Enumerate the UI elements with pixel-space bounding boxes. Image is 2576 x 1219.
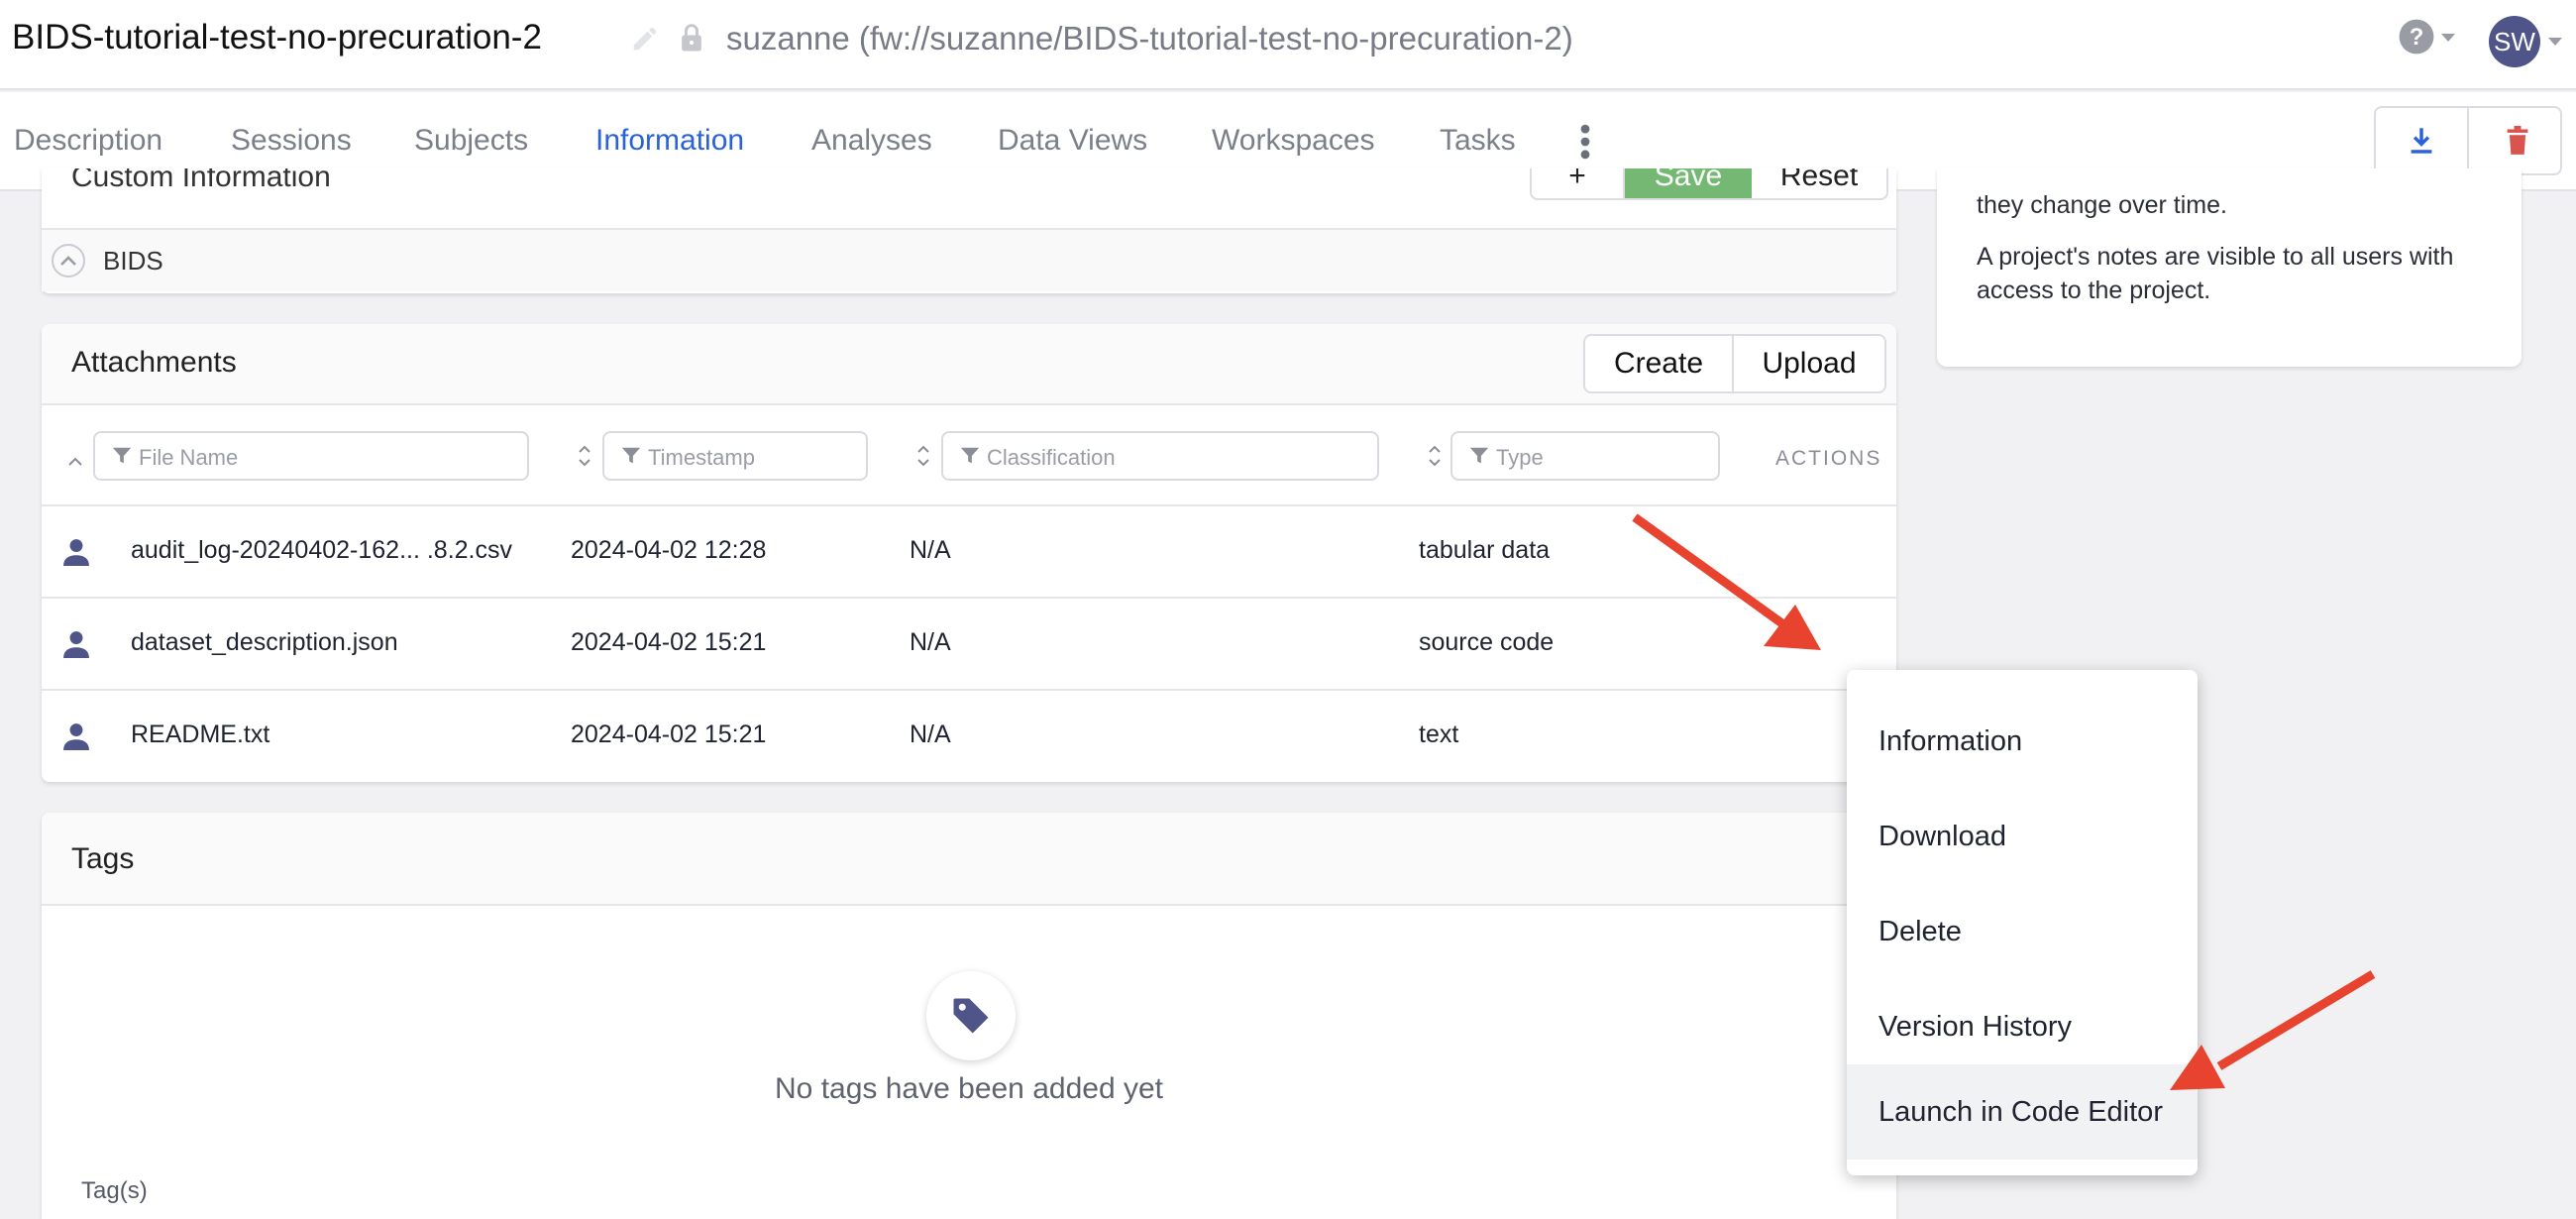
add-field-button[interactable]: + <box>1532 168 1625 198</box>
type-filter-placeholder: Type <box>1496 445 1544 470</box>
sort-icon[interactable] <box>577 441 592 471</box>
attachments-title: Attachments <box>71 346 237 379</box>
filter-icon <box>1469 447 1489 464</box>
avatar: SW <box>2489 16 2540 67</box>
annotation-arrow-icon <box>2170 970 2376 1090</box>
bids-label: BIDS <box>103 246 163 276</box>
classification-cell: N/A <box>910 628 951 656</box>
tab-information[interactable]: Information <box>595 124 744 158</box>
chevron-down-icon <box>2441 34 2455 42</box>
timestamp-cell: 2024-04-02 15:21 <box>571 628 767 656</box>
filter-icon <box>960 447 980 464</box>
upload-button[interactable]: Upload <box>1734 336 1884 391</box>
sort-icon[interactable] <box>1427 441 1443 471</box>
download-icon <box>2411 128 2432 154</box>
table-row[interactable]: README.txt 2024-04-02 15:21 N/A text <box>42 691 1896 783</box>
file-name-cell[interactable]: README.txt <box>131 720 269 749</box>
reset-button[interactable]: Reset <box>1752 168 1886 198</box>
attachments-header: Attachments Create Upload <box>42 324 1896 405</box>
menu-item-version-history[interactable]: Version History <box>1847 979 2198 1074</box>
tags-header: Tags <box>42 813 1896 906</box>
tag-icon <box>953 998 989 1034</box>
custom-information-title: Custom Information <box>71 168 331 193</box>
tab-sessions[interactable]: Sessions <box>231 124 352 158</box>
row-actions-menu: Information Download Delete Version Hist… <box>1847 670 2198 1175</box>
create-button[interactable]: Create <box>1585 336 1734 391</box>
attachments-card: Attachments Create Upload File Name Time… <box>42 324 1896 782</box>
filter-icon <box>112 447 132 464</box>
notes-card: they change over time. A project's notes… <box>1937 168 2522 367</box>
timestamp-filter-input[interactable]: Timestamp <box>602 431 868 481</box>
timestamp-cell: 2024-04-02 12:28 <box>571 536 767 564</box>
file-name-filter-placeholder: File Name <box>139 445 239 470</box>
type-cell: source code <box>1419 628 1555 656</box>
custom-information-card: Custom Information + Save Reset BIDS <box>42 168 1896 293</box>
save-button[interactable]: Save <box>1625 168 1752 198</box>
project-title: BIDS-tutorial-test-no-precuration-2 <box>12 18 542 56</box>
custom-info-buttons: + Save Reset <box>1530 168 1888 200</box>
user-icon <box>63 723 89 750</box>
chevron-up-icon[interactable] <box>52 244 85 277</box>
tags-field-label: Tag(s) <box>81 1177 148 1204</box>
notes-text-2: A project's notes are visible to all use… <box>1977 243 2454 304</box>
chevron-down-icon <box>2548 38 2562 46</box>
sort-asc-icon[interactable] <box>67 447 83 477</box>
type-filter-input[interactable]: Type <box>1450 431 1720 481</box>
pencil-icon[interactable] <box>630 24 660 54</box>
table-row[interactable]: dataset_description.json 2024-04-02 15:2… <box>42 599 1896 691</box>
tags-card: Tags No tags have been added yet Tag(s) <box>42 813 1896 1219</box>
menu-item-download[interactable]: Download <box>1847 789 2198 884</box>
notes-text-1: they change over time. <box>1977 191 2227 219</box>
type-cell: text <box>1419 720 1459 748</box>
tab-description[interactable]: Description <box>14 124 162 158</box>
timestamp-cell: 2024-04-02 15:21 <box>571 720 767 748</box>
menu-item-information[interactable]: Information <box>1847 694 2198 789</box>
help-menu[interactable]: ? <box>2398 18 2459 57</box>
timestamp-filter-placeholder: Timestamp <box>648 445 755 470</box>
menu-item-delete[interactable]: Delete <box>1847 884 2198 979</box>
more-vertical-icon[interactable] <box>1575 120 1595 164</box>
file-name-filter-input[interactable]: File Name <box>93 431 529 481</box>
tag-placeholder <box>926 971 1016 1060</box>
actions-column-header: ACTIONS <box>1775 447 1882 470</box>
lock-icon <box>682 24 701 52</box>
classification-filter-input[interactable]: Classification <box>941 431 1379 481</box>
file-name-cell[interactable]: audit_log-20240402-162... .8.2.csv <box>131 536 512 565</box>
attachments-buttons: Create Upload <box>1583 334 1886 393</box>
tab-workspaces[interactable]: Workspaces <box>1212 124 1375 158</box>
project-action-buttons <box>2374 106 2562 175</box>
filter-row: File Name Timestamp Classification Type … <box>42 405 1896 506</box>
tags-title: Tags <box>71 842 135 875</box>
table-row[interactable]: audit_log-20240402-162... .8.2.csv 2024-… <box>42 506 1896 599</box>
user-menu[interactable]: SW <box>2489 16 2566 67</box>
classification-cell: N/A <box>910 536 951 564</box>
tab-analyses[interactable]: Analyses <box>811 124 932 158</box>
file-name-cell[interactable]: dataset_description.json <box>131 628 398 657</box>
tab-data-views[interactable]: Data Views <box>998 124 1147 158</box>
classification-cell: N/A <box>910 720 951 748</box>
bids-section-row[interactable]: BIDS <box>42 228 1896 291</box>
svg-text:?: ? <box>2410 24 2424 51</box>
download-button[interactable] <box>2376 108 2469 173</box>
sort-icon[interactable] <box>915 441 931 471</box>
delete-project-button[interactable] <box>2471 108 2564 173</box>
menu-item-launch-code-editor[interactable]: Launch in Code Editor <box>1847 1064 2198 1160</box>
tab-subjects[interactable]: Subjects <box>414 124 528 158</box>
type-cell: tabular data <box>1419 536 1551 564</box>
project-path: suzanne (fw://suzanne/BIDS-tutorial-test… <box>726 20 1573 56</box>
user-icon <box>63 539 89 566</box>
trash-icon <box>2507 126 2528 155</box>
user-icon <box>63 631 89 658</box>
classification-filter-placeholder: Classification <box>987 445 1116 470</box>
top-bar: BIDS-tutorial-test-no-precuration-2 suza… <box>0 0 2576 90</box>
no-tags-message: No tags have been added yet <box>775 1072 1163 1105</box>
filter-icon <box>621 447 641 464</box>
tab-tasks[interactable]: Tasks <box>1440 124 1516 158</box>
help-icon: ? <box>2399 19 2434 55</box>
